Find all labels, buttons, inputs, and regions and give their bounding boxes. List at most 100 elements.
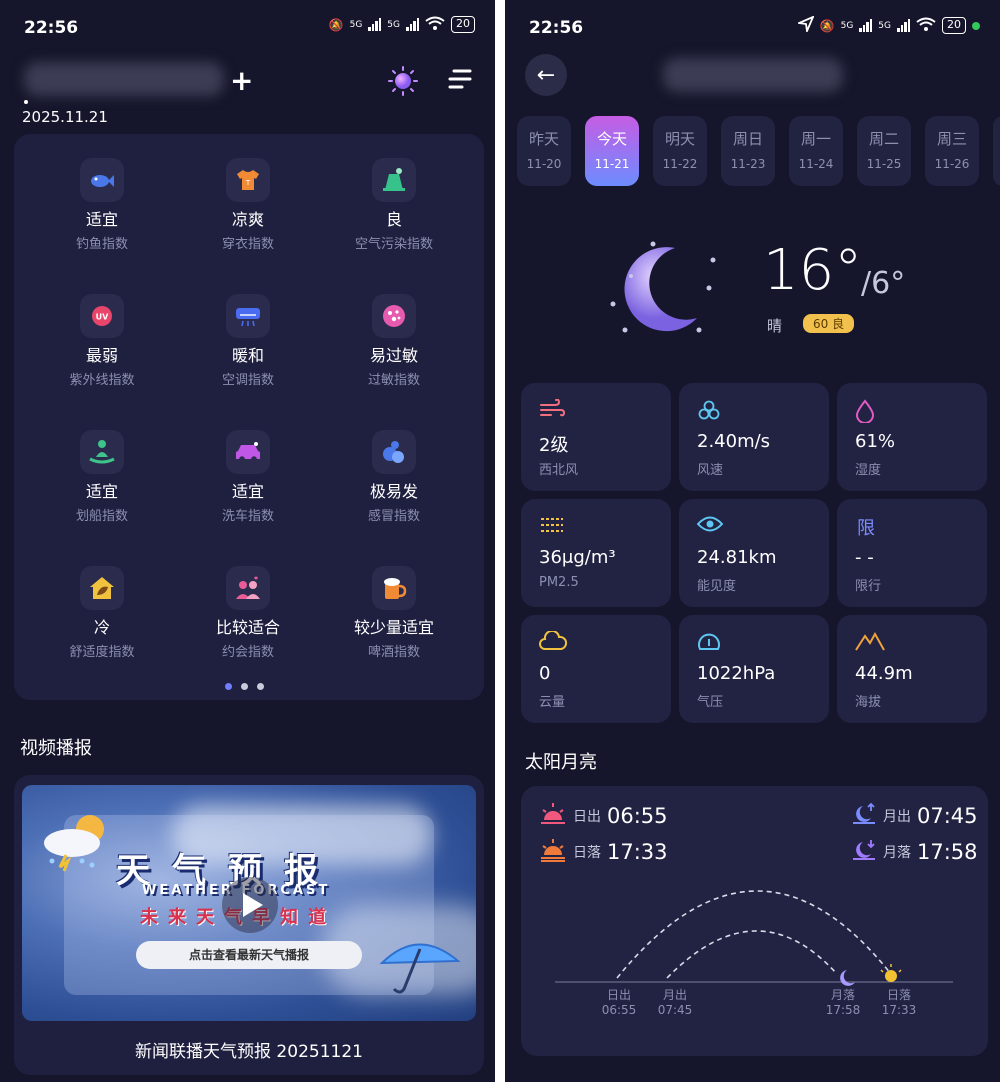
- wind-icon: [539, 398, 566, 423]
- stat-label: 海拔: [855, 695, 882, 710]
- video-section-title: 视频播报: [20, 738, 92, 759]
- pager-dot[interactable]: [241, 683, 248, 690]
- stat-value: 61%: [855, 431, 896, 452]
- stat-card[interactable]: 2.40m/s 风速: [679, 383, 829, 491]
- play-button[interactable]: [222, 877, 278, 933]
- signal-icon: [897, 19, 910, 32]
- day-tab-partial[interactable]: [993, 116, 1000, 186]
- day-name: 周二: [868, 130, 899, 148]
- day-tab[interactable]: 今天 11-21: [585, 116, 639, 186]
- axis-label: 月落 17:58: [813, 988, 873, 1018]
- add-city-button[interactable]: +: [230, 64, 253, 97]
- day-tab[interactable]: 周日 11-23: [721, 116, 775, 186]
- stat-card[interactable]: 24.81km 能见度: [679, 499, 829, 607]
- stat-card[interactable]: 61% 湿度: [837, 383, 987, 491]
- allergy-icon: [372, 294, 416, 338]
- index-value: 良: [385, 210, 402, 229]
- axis-event: 月出: [662, 988, 687, 1002]
- index-item[interactable]: 冷 舒适度指数: [27, 566, 177, 660]
- sun-moon-card: 日出 06:55 日落 17:33 月出 07:45 月落 17:58 日出 0…: [521, 786, 988, 1056]
- day-tab[interactable]: 昨天 11-20: [517, 116, 571, 186]
- day-date: 11-22: [662, 157, 698, 171]
- index-item[interactable]: 良 空气污染指数: [319, 158, 469, 252]
- index-item[interactable]: 比较适合 约会指数: [173, 566, 323, 660]
- air-conditioner-icon: [226, 294, 270, 338]
- video-caption[interactable]: 新闻联播天气预报 20251121: [14, 1037, 484, 1062]
- video-watch-pill[interactable]: 点击查看最新天气播报: [136, 941, 362, 969]
- signal-2-label: 5G: [387, 19, 400, 30]
- index-item[interactable]: 适宜 钓鱼指数: [27, 158, 177, 252]
- left-screen: 22:56 🔕 5G 5G 20 + 2025.11.21 适宜 钓鱼指数 T 凉…: [0, 0, 495, 1082]
- stat-card[interactable]: 限 - - 限行: [837, 499, 987, 607]
- location-arrow-icon: [795, 15, 815, 35]
- pager-dot[interactable]: [225, 683, 232, 690]
- car-icon: [226, 430, 270, 474]
- menu-icon[interactable]: [448, 68, 472, 94]
- day-tab[interactable]: 周二 11-25: [857, 116, 911, 186]
- life-index-grid: 适宜 钓鱼指数 T 凉爽 穿衣指数 良 空气污染指数 UV 最弱 紫外线指数 暖和 …: [14, 134, 484, 700]
- stat-card[interactable]: 36μg/m³ PM2.5: [521, 499, 671, 607]
- stat-label: PM2.5: [539, 575, 579, 590]
- index-pager[interactable]: [225, 683, 264, 690]
- day-tab[interactable]: 周一 11-24: [789, 116, 843, 186]
- index-name: 舒适度指数: [69, 645, 135, 660]
- axis-time: 06:55: [601, 1003, 637, 1017]
- day-date: 11-21: [594, 157, 630, 171]
- video-card[interactable]: 天气预报 WEATHER FORCAST 未来天气早知道 点击查看最新天气播报 …: [14, 775, 484, 1075]
- umbrella-icon: [378, 935, 462, 999]
- index-item[interactable]: 暖和 空调指数: [173, 294, 323, 388]
- weather-condition: 晴: [767, 317, 783, 335]
- index-item[interactable]: 适宜 划船指数: [27, 430, 177, 524]
- current-temp: 16°: [763, 238, 863, 303]
- location-name-blurred[interactable]: [24, 62, 224, 96]
- stat-value: 0: [539, 663, 551, 684]
- video-thumbnail[interactable]: 天气预报 WEATHER FORCAST 未来天气早知道 点击查看最新天气播报: [22, 785, 476, 1021]
- axis-time: 17:33: [881, 1003, 917, 1017]
- index-name: 穿衣指数: [221, 237, 274, 252]
- index-value: 比较适合: [215, 618, 280, 637]
- stat-label: 风速: [697, 463, 724, 478]
- day-tab[interactable]: 明天 11-22: [653, 116, 707, 186]
- stat-label: 西北风: [539, 463, 579, 478]
- index-item[interactable]: 较少量适宜 啤酒指数: [319, 566, 469, 660]
- stat-card[interactable]: 2级 西北风: [521, 383, 671, 491]
- stat-label: 限行: [855, 579, 882, 594]
- signal-icon: [368, 18, 382, 31]
- index-item[interactable]: 易过敏 过敏指数: [319, 294, 469, 388]
- fish-icon: [80, 158, 124, 202]
- axis-event: 日落: [886, 988, 911, 1002]
- stat-card[interactable]: 1022hPa 气压: [679, 615, 829, 723]
- aqi-badge[interactable]: 60 良: [803, 314, 855, 333]
- location-name-blurred: [663, 58, 843, 92]
- index-item[interactable]: 极易发 感冒指数: [319, 430, 469, 524]
- sun-icon[interactable]: [388, 66, 418, 100]
- back-arrow-icon: ←: [536, 62, 556, 88]
- index-name: 啤酒指数: [367, 645, 420, 660]
- day-date: 11-24: [798, 157, 834, 171]
- stat-card[interactable]: 0 云量: [521, 615, 671, 723]
- index-item[interactable]: UV 最弱 紫外线指数: [27, 294, 177, 388]
- sun-marker: [880, 964, 902, 982]
- stat-value: 44.9m: [855, 663, 913, 684]
- rowing-icon: [80, 430, 124, 474]
- stat-label: 能见度: [697, 579, 737, 594]
- index-name: 过敏指数: [367, 373, 420, 388]
- back-button[interactable]: ←: [525, 54, 567, 96]
- right-screen: 22:56 🔕 5G 5G 20 ← 昨天 11-20 今天 11-21 明天: [505, 0, 1000, 1082]
- index-name: 空调指数: [221, 373, 274, 388]
- pills-icon: [372, 430, 416, 474]
- index-item[interactable]: T 凉爽 穿衣指数: [173, 158, 323, 252]
- stat-card[interactable]: 44.9m 海拔: [837, 615, 987, 723]
- index-value: 暖和: [231, 346, 264, 365]
- weather-cloud-icon: [38, 809, 118, 877]
- couple-icon: [226, 566, 270, 610]
- signal-2-label: 5G: [878, 20, 891, 31]
- restriction-icon: 限: [855, 515, 879, 543]
- wifi-icon: [425, 16, 445, 33]
- index-name: 洗车指数: [221, 509, 274, 524]
- pager-dot[interactable]: [257, 683, 264, 690]
- index-item[interactable]: 适宜 洗车指数: [173, 430, 323, 524]
- day-tab[interactable]: 周三 11-26: [925, 116, 979, 186]
- moon-arc: [666, 930, 838, 979]
- day-date: 11-23: [730, 157, 766, 171]
